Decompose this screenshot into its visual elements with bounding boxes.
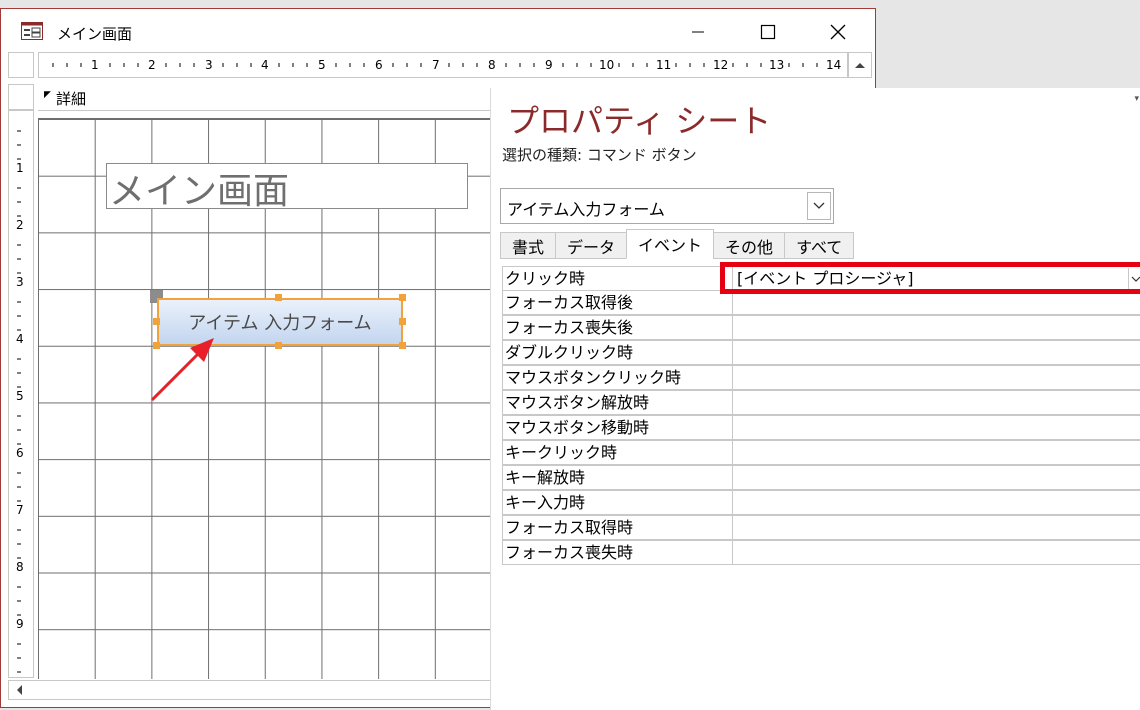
property-row[interactable]: キー解放時 bbox=[502, 465, 1140, 491]
property-value[interactable] bbox=[732, 515, 1140, 540]
property-name: フォーカス喪失後 bbox=[502, 315, 733, 340]
property-value[interactable] bbox=[732, 340, 1140, 365]
property-value[interactable] bbox=[732, 290, 1140, 315]
property-row[interactable]: キー入力時 bbox=[502, 490, 1140, 516]
maximize-button[interactable] bbox=[745, 15, 791, 49]
pane-menu-icon[interactable]: ▾ bbox=[1134, 94, 1139, 104]
minimize-icon bbox=[692, 31, 704, 33]
tab-all[interactable]: すべて bbox=[784, 232, 855, 259]
form-title-label-text: メイン画面 bbox=[109, 171, 290, 212]
property-value[interactable] bbox=[732, 440, 1140, 465]
property-value-text: [イベント プロシージャ] bbox=[737, 269, 914, 288]
object-selector-dropdown[interactable] bbox=[807, 192, 831, 220]
ruler-ticks bbox=[17, 130, 21, 673]
tab-event[interactable]: イベント bbox=[626, 229, 715, 259]
horizontal-scrollbar[interactable] bbox=[8, 680, 498, 700]
maximize-icon bbox=[760, 24, 776, 40]
property-sheet: プロパティ シート ▾ 選択の種類: コマンド ボタン アイテム入力フォーム 書… bbox=[490, 88, 1140, 710]
ruler-ticks bbox=[52, 63, 818, 67]
property-name: マウスボタンクリック時 bbox=[502, 365, 733, 390]
chevron-up-icon bbox=[855, 63, 865, 68]
property-row[interactable]: マウスボタン移動時 bbox=[502, 415, 1140, 441]
property-name: キー解放時 bbox=[502, 465, 733, 490]
property-value[interactable] bbox=[732, 465, 1140, 490]
property-name: ダブルクリック時 bbox=[502, 340, 733, 365]
property-name: キー入力時 bbox=[502, 490, 733, 515]
property-value[interactable] bbox=[732, 490, 1140, 515]
property-name: フォーカス取得後 bbox=[502, 290, 733, 315]
property-name: クリック時 bbox=[502, 266, 733, 291]
property-row[interactable]: ダブルクリック時 bbox=[502, 340, 1140, 366]
horizontal-ruler[interactable]: 1 2 3 4 5 6 7 8 9 10 11 12 13 14 bbox=[38, 52, 848, 78]
section-label: 詳細 bbox=[56, 90, 87, 108]
form-title-label[interactable]: メイン画面 bbox=[106, 163, 468, 212]
property-name: フォーカス取得時 bbox=[502, 515, 733, 540]
property-sheet-title: プロパティ シート bbox=[507, 102, 772, 140]
property-value[interactable] bbox=[732, 365, 1140, 390]
property-name: マウスボタン移動時 bbox=[502, 415, 733, 440]
resize-handle[interactable] bbox=[153, 318, 160, 325]
property-value[interactable] bbox=[732, 390, 1140, 415]
property-name: キークリック時 bbox=[502, 440, 733, 465]
chevron-down-icon bbox=[813, 202, 825, 209]
property-row[interactable]: フォーカス取得時 bbox=[502, 515, 1140, 541]
chevron-left-icon bbox=[17, 685, 22, 695]
property-name: マウスボタン解放時 bbox=[502, 390, 733, 415]
resize-handle[interactable] bbox=[399, 342, 406, 349]
tab-format[interactable]: 書式 bbox=[500, 232, 557, 259]
close-button[interactable] bbox=[815, 15, 861, 49]
scroll-left-button[interactable] bbox=[11, 683, 27, 697]
form-icon bbox=[21, 22, 43, 40]
detail-section-bar[interactable]: ◤ 詳細 bbox=[38, 84, 498, 111]
property-tabs: 書式 データ イベント その他 すべて bbox=[500, 229, 855, 260]
property-value[interactable] bbox=[732, 415, 1140, 440]
resize-handle[interactable] bbox=[399, 318, 406, 325]
resize-handle[interactable] bbox=[275, 342, 282, 349]
resize-handle[interactable] bbox=[399, 294, 406, 301]
close-icon bbox=[830, 24, 846, 40]
tab-data[interactable]: データ bbox=[555, 232, 628, 259]
chevron-down-icon bbox=[1131, 276, 1140, 282]
property-name: フォーカス喪失時 bbox=[502, 540, 733, 565]
section-selector[interactable] bbox=[8, 84, 34, 110]
selection-type: 選択の種類: コマンド ボタン bbox=[502, 146, 697, 164]
property-row[interactable]: フォーカス喪失時 bbox=[502, 540, 1140, 566]
property-row[interactable]: フォーカス取得後 bbox=[502, 290, 1140, 316]
property-grid: クリック時 [イベント プロシージャ] フォーカス取得後 フォーカス喪失後 ダブ… bbox=[502, 266, 1140, 566]
object-selector[interactable]: アイテム入力フォーム bbox=[500, 188, 834, 224]
property-row[interactable]: フォーカス喪失後 bbox=[502, 315, 1140, 341]
title-bar: メイン画面 bbox=[1, 9, 875, 53]
object-selector-value: アイテム入力フォーム bbox=[507, 200, 665, 219]
minimize-button[interactable] bbox=[675, 15, 721, 49]
vertical-ruler[interactable]: 1 2 3 4 5 6 7 8 9 bbox=[8, 110, 34, 678]
property-value-dropdown[interactable] bbox=[1128, 268, 1140, 289]
property-row[interactable]: マウスボタン解放時 bbox=[502, 390, 1140, 416]
property-row[interactable]: マウスボタンクリック時 bbox=[502, 365, 1140, 391]
collapse-arrow-icon: ◤ bbox=[44, 90, 51, 100]
property-row[interactable]: キークリック時 bbox=[502, 440, 1140, 466]
window-title: メイン画面 bbox=[57, 25, 133, 43]
property-row-on-click[interactable]: クリック時 [イベント プロシージャ] bbox=[502, 266, 1140, 291]
property-value-on-click[interactable]: [イベント プロシージャ] bbox=[732, 266, 1140, 291]
ruler-corner[interactable] bbox=[8, 52, 34, 78]
property-value[interactable] bbox=[732, 315, 1140, 340]
pointer-arrow-icon bbox=[150, 338, 214, 402]
property-value[interactable] bbox=[732, 540, 1140, 565]
scroll-up-button[interactable] bbox=[848, 52, 872, 78]
resize-handle[interactable] bbox=[275, 294, 282, 301]
tab-other[interactable]: その他 bbox=[713, 232, 786, 259]
